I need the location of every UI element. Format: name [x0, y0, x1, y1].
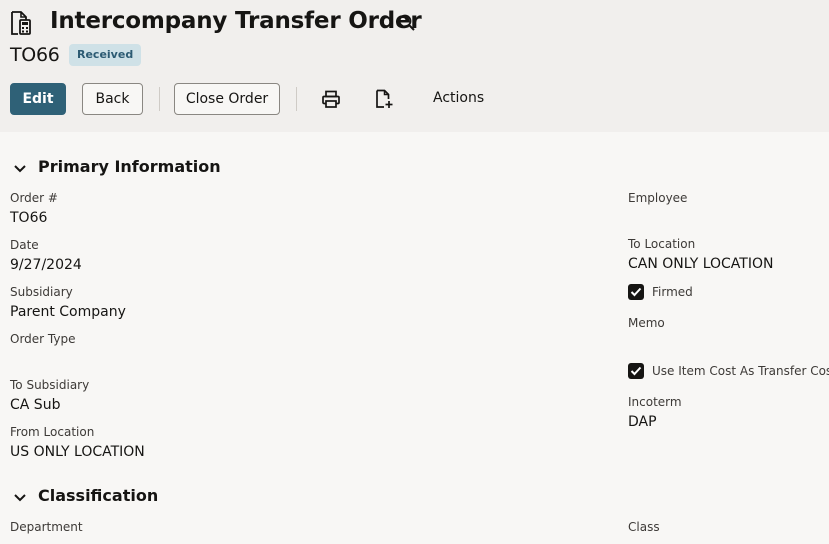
section-title: Primary Information	[38, 157, 221, 176]
order-number-label: Order #	[10, 191, 58, 205]
section-title: Classification	[38, 486, 159, 505]
employee-label: Employee	[628, 191, 688, 205]
toolbar-divider	[296, 87, 297, 111]
checkmark-icon	[630, 287, 642, 297]
print-icon[interactable]	[321, 89, 341, 109]
close-order-button[interactable]: Close Order	[174, 83, 280, 115]
order-number-value: TO66	[10, 210, 48, 226]
subsidiary-value: Parent Company	[10, 304, 126, 320]
record-id: TO66	[10, 44, 60, 66]
section-classification[interactable]: Classification	[10, 486, 170, 510]
search-icon[interactable]	[397, 13, 417, 33]
page-title: Intercompany Transfer Order	[50, 8, 422, 34]
date-value: 9/27/2024	[10, 257, 82, 273]
order-type-label: Order Type	[10, 332, 76, 346]
subsidiary-label: Subsidiary	[10, 285, 73, 299]
memo-label: Memo	[628, 316, 665, 330]
section-primary-information[interactable]: Primary Information	[10, 157, 221, 181]
incoterm-label: Incoterm	[628, 395, 682, 409]
use-item-cost-checkbox[interactable]	[628, 363, 644, 379]
document-calculator-icon	[11, 11, 31, 35]
from-location-label: From Location	[10, 425, 95, 439]
use-item-cost-label: Use Item Cost As Transfer Cost	[652, 364, 829, 378]
back-button[interactable]: Back	[82, 83, 143, 115]
chevron-down-icon	[14, 494, 26, 502]
date-label: Date	[10, 238, 39, 252]
toolbar-divider	[159, 87, 160, 111]
to-subsidiary-value: CA Sub	[10, 397, 61, 413]
from-location-value: US ONLY LOCATION	[10, 444, 145, 460]
department-label: Department	[10, 520, 83, 534]
edit-button[interactable]: Edit	[10, 83, 66, 115]
status-badge: Received	[69, 44, 142, 66]
firmed-label: Firmed	[652, 285, 693, 299]
to-subsidiary-label: To Subsidiary	[10, 378, 90, 392]
checkmark-icon	[630, 366, 642, 376]
firmed-checkbox[interactable]	[628, 284, 644, 300]
chevron-down-icon	[14, 165, 26, 173]
new-document-icon[interactable]	[374, 89, 394, 109]
actions-menu[interactable]: Actions	[433, 90, 484, 106]
class-label: Class	[628, 520, 660, 534]
page-header: Intercompany Transfer Order TO66 Receive…	[0, 0, 829, 132]
to-location-label: To Location	[628, 237, 696, 251]
incoterm-value: DAP	[628, 414, 657, 430]
to-location-value: CAN ONLY LOCATION	[628, 256, 774, 272]
